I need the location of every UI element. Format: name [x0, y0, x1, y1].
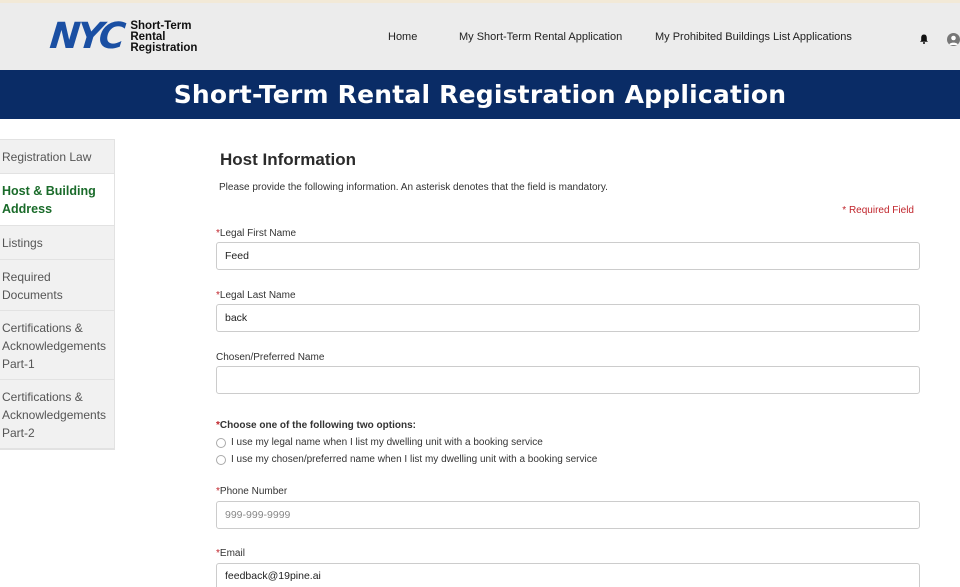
top-bar: NYC Short-Term Rental Registration Home … — [0, 0, 960, 70]
nav-my-str-application[interactable]: My Short-Term Rental Application — [459, 31, 622, 43]
first-name-label-text: Legal First Name — [219, 228, 297, 239]
last-name-label-text: Legal Last Name — [219, 290, 296, 301]
phone-label: *Phone Number — [216, 486, 287, 497]
radio-button[interactable] — [216, 437, 226, 448]
last-name-input[interactable]: back — [216, 304, 920, 332]
section-title: Host Information — [220, 150, 356, 169]
radio-option-legal-name[interactable]: I use my legal name when I list my dwell… — [216, 437, 543, 448]
sidebar: Registration Law Host & Building Address… — [0, 139, 115, 450]
sidebar-item-certifications-part-2[interactable]: Certifications & Acknowledgements Part-2 — [0, 380, 114, 449]
bell-icon[interactable] — [919, 34, 929, 44]
email-input[interactable]: feedback@19pine.ai — [216, 563, 920, 587]
nav-home[interactable]: Home — [388, 31, 417, 43]
nav-prohibited-buildings[interactable]: My Prohibited Buildings List Application… — [655, 31, 852, 43]
required-field-note: * Required Field — [842, 205, 914, 216]
radio-option-legal-name-label: I use my legal name when I list my dwell… — [231, 437, 543, 448]
email-label: *Email — [216, 548, 245, 559]
page-title: Short-Term Rental Registration Applicati… — [173, 80, 787, 109]
phone-input[interactable]: 999-999-9999 — [216, 501, 920, 529]
preferred-name-input[interactable] — [216, 366, 920, 394]
nyc-logo[interactable]: NYC Short-Term Rental Registration — [47, 16, 198, 57]
radio-option-preferred-name[interactable]: I use my chosen/preferred name when I li… — [216, 454, 597, 465]
phone-label-text: Phone Number — [219, 486, 288, 497]
sidebar-item-registration-law[interactable]: Registration Law — [0, 140, 114, 174]
sidebar-item-host-building-address[interactable]: Host & Building Address — [0, 174, 114, 226]
first-name-input[interactable]: Feed — [216, 242, 920, 270]
sidebar-item-certifications-part-1[interactable]: Certifications & Acknowledgements Part-1 — [0, 311, 114, 380]
name-choice-label: *Choose one of the following two options… — [216, 420, 416, 431]
preferred-name-label: Chosen/Preferred Name — [216, 352, 325, 363]
name-choice-label-text: Choose one of the following two options: — [219, 420, 416, 431]
title-banner: Short-Term Rental Registration Applicati… — [0, 70, 960, 119]
first-name-label: *Legal First Name — [216, 228, 296, 239]
sidebar-item-required-documents[interactable]: Required Documents — [0, 260, 114, 311]
nyc-logo-mark: NYC — [47, 16, 125, 57]
logo-text: Short-Term Rental Registration — [130, 20, 198, 54]
intro-text: Please provide the following information… — [219, 182, 608, 193]
last-name-label: *Legal Last Name — [216, 290, 296, 301]
logo-line-3: Registration — [130, 41, 198, 54]
radio-button[interactable] — [216, 454, 226, 465]
email-label-text: Email — [219, 548, 245, 559]
sidebar-item-listings[interactable]: Listings — [0, 226, 114, 260]
user-icon[interactable] — [947, 33, 960, 46]
radio-option-preferred-name-label: I use my chosen/preferred name when I li… — [231, 454, 598, 465]
